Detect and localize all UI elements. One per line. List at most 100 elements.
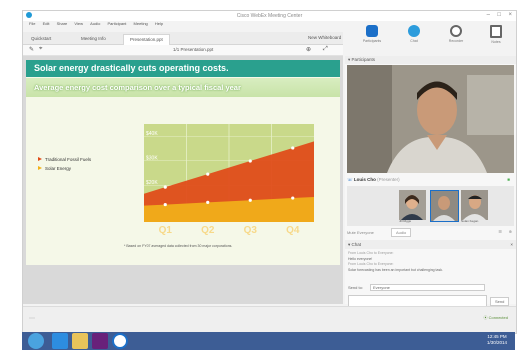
- participant-controls: Mute Everyone Audio ☰ ⊕: [347, 228, 514, 238]
- system-clock: 12:45 PM 1/30/2014: [487, 334, 507, 346]
- presenter-video-image: [347, 65, 514, 173]
- start-button-icon[interactable]: [28, 333, 44, 349]
- window-title: Cisco WebEx Meeting Center: [236, 13, 303, 19]
- participant-3-image: [461, 190, 488, 220]
- energy-cost-chart: $40K$30K$20K$10KQ1Q2Q3Q4: [144, 124, 314, 236]
- chat-message: Solar forecasting has been an important …: [348, 267, 443, 272]
- file-explorer-icon[interactable]: [72, 333, 88, 349]
- chat-close-icon[interactable]: ×: [510, 240, 513, 249]
- menu-meeting[interactable]: Meeting: [134, 21, 148, 26]
- slide-headline: Solar energy drastically cuts operating …: [26, 60, 340, 77]
- participants-button[interactable]: Participants: [359, 25, 385, 43]
- presenter-namebar: ☏ Louis Cho (Presenter) ■: [347, 175, 514, 184]
- participants-header-label: Participants: [351, 57, 376, 62]
- presentation-slide: Solar energy drastically cuts operating …: [26, 60, 340, 265]
- chart-x-tick-label: Q3: [244, 225, 258, 236]
- participants-panel: ▾ Participants ☏ Louis Cho (Presenter) ■: [345, 56, 516, 309]
- zoom-icon[interactable]: ⊕: [306, 46, 311, 53]
- chart-x-tick-label: Q4: [286, 225, 300, 236]
- participants-icon: [366, 25, 378, 37]
- tab-meeting-info[interactable]: Meeting Info: [81, 34, 106, 44]
- recorder-icon: [450, 25, 462, 37]
- menu-participant[interactable]: Participant: [108, 21, 127, 26]
- slide-footnote: * Based on FY07 averaged data collected …: [124, 244, 233, 248]
- right-toolbar: Participants Chat Recorder Notes: [353, 25, 516, 49]
- menu-help[interactable]: Help: [155, 21, 163, 26]
- close-button[interactable]: ×: [508, 12, 512, 18]
- chart-point-solar: [163, 202, 167, 207]
- menu-view[interactable]: View: [74, 21, 83, 26]
- new-whiteboard-button[interactable]: New Whiteboard: [308, 35, 341, 40]
- webex-taskbar-icon[interactable]: [112, 333, 128, 349]
- menu-bar: File Edit Share View Audio Participant M…: [23, 21, 343, 30]
- pointer-icon[interactable]: ⌖: [39, 46, 42, 53]
- thumbnail-participant-3[interactable]: [461, 190, 488, 220]
- presenter-video: [347, 65, 514, 173]
- thumbnail-name-2: Nolan Kegan: [461, 219, 479, 223]
- send-button[interactable]: Send: [490, 297, 510, 306]
- tab-presentation[interactable]: Presentation.ppt: [123, 34, 170, 45]
- add-participant-icon[interactable]: ⊕: [509, 229, 512, 234]
- title-bar: Cisco WebEx Meeting Center – □ ×: [23, 11, 516, 21]
- tab-quickstart[interactable]: Quickstart: [31, 34, 51, 44]
- send-to-select[interactable]: Everyone: [370, 284, 485, 291]
- clock-date: 1/30/2014: [486, 340, 507, 345]
- chart-legend: Traditional Fossil Fuels Solar Energy: [38, 155, 91, 173]
- participant-1-image: [399, 190, 426, 220]
- audio-button[interactable]: Audio: [391, 228, 412, 237]
- thumbnail-participant-1[interactable]: [399, 190, 426, 220]
- notes-button-label: Notes: [491, 40, 501, 44]
- menu-file[interactable]: File: [29, 21, 35, 26]
- chart-y-tick-label: $40K: [146, 131, 158, 137]
- chat-button-label: Chat: [410, 39, 418, 43]
- maximize-button[interactable]: □: [497, 12, 501, 18]
- thumbnail-name-1: Jill Riggs: [399, 219, 412, 223]
- chat-messages: From Louis Cho to Everyone: Hello everyo…: [348, 251, 513, 273]
- notes-button[interactable]: Notes: [483, 25, 509, 44]
- participant-2-image: [431, 191, 458, 221]
- chart-point-fossil: [163, 185, 167, 189]
- legend-item-fossil: Traditional Fossil Fuels: [38, 155, 91, 164]
- status-dots-icon: ⋯: [29, 316, 35, 322]
- recorder-button[interactable]: Recorder: [443, 25, 469, 43]
- menu-edit[interactable]: Edit: [43, 21, 50, 26]
- visual-studio-icon[interactable]: [92, 333, 108, 349]
- presenter-name: Louis Cho: [353, 177, 376, 182]
- minimize-button[interactable]: –: [487, 12, 490, 18]
- phone-icon: ☏: [347, 177, 353, 182]
- participant-thumbnails: Jill Riggs Nolan Kegan: [347, 186, 514, 226]
- fullscreen-icon[interactable]: ⤢: [323, 46, 328, 53]
- pen-icon[interactable]: ✎: [29, 46, 34, 53]
- legend-marker-icon: [38, 166, 42, 170]
- menu-audio[interactable]: Audio: [90, 21, 100, 26]
- notes-icon: [490, 25, 502, 38]
- tab-bar: Quickstart Meeting Info Presentation.ppt: [23, 32, 343, 45]
- chart-x-tick-label: Q2: [201, 225, 215, 236]
- internet-explorer-icon[interactable]: [52, 333, 68, 349]
- menu-share[interactable]: Share: [57, 21, 68, 26]
- chart-point-fossil: [291, 146, 295, 150]
- chat-icon: [408, 25, 420, 37]
- presentation-toolbar: ✎ ⌖ 1/1 Presentation.ppt ⊕ ⤢: [23, 45, 343, 56]
- participants-button-label: Participants: [362, 39, 382, 43]
- participant-options-icon[interactable]: ☰: [498, 229, 502, 234]
- legend-marker-icon: [38, 157, 42, 161]
- legend-item-solar: Solar Energy: [38, 164, 91, 173]
- chat-button[interactable]: Chat: [401, 25, 427, 43]
- file-selector[interactable]: 1/1 Presentation.ppt: [173, 47, 213, 52]
- thumbnail-participant-2[interactable]: [430, 190, 459, 222]
- slide-subheadline: Average energy cost comparison over a ty…: [26, 78, 340, 97]
- chart-point-solar: [248, 198, 252, 202]
- chat-header: ▾ Chat ×: [345, 240, 516, 249]
- legend-label-fossil: Traditional Fossil Fuels: [45, 157, 92, 162]
- camera-icon[interactable]: ■: [507, 175, 510, 184]
- windows-taskbar: 12:45 PM 1/30/2014: [22, 332, 515, 350]
- recorder-button-label: Recorder: [448, 39, 464, 43]
- mute-everyone-button[interactable]: Mute Everyone: [347, 230, 374, 235]
- meeting-window: Cisco WebEx Meeting Center – □ × File Ed…: [22, 10, 517, 334]
- legend-label-solar: Solar Energy: [45, 166, 72, 171]
- presenter-tag: (Presenter): [377, 177, 400, 182]
- chat-header-label: Chat: [351, 242, 362, 247]
- chart-point-fossil: [206, 172, 210, 176]
- connection-status-label: Connected: [488, 315, 508, 320]
